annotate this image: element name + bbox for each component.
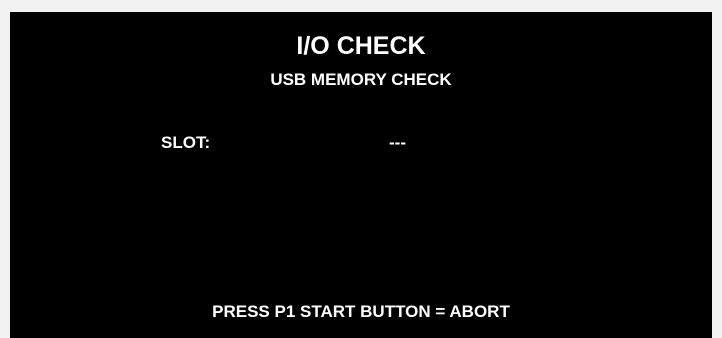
io-check-screen: I/O CHECK USB MEMORY CHECK SLOT: --- PRE… [10, 12, 712, 338]
abort-instruction: PRESS P1 START BUTTON = ABORT [212, 302, 510, 321]
slot-label: SLOT: [161, 133, 211, 152]
page-subtitle: USB MEMORY CHECK [270, 70, 452, 89]
page-title: I/O CHECK [296, 32, 426, 60]
slot-value: --- [389, 133, 406, 152]
